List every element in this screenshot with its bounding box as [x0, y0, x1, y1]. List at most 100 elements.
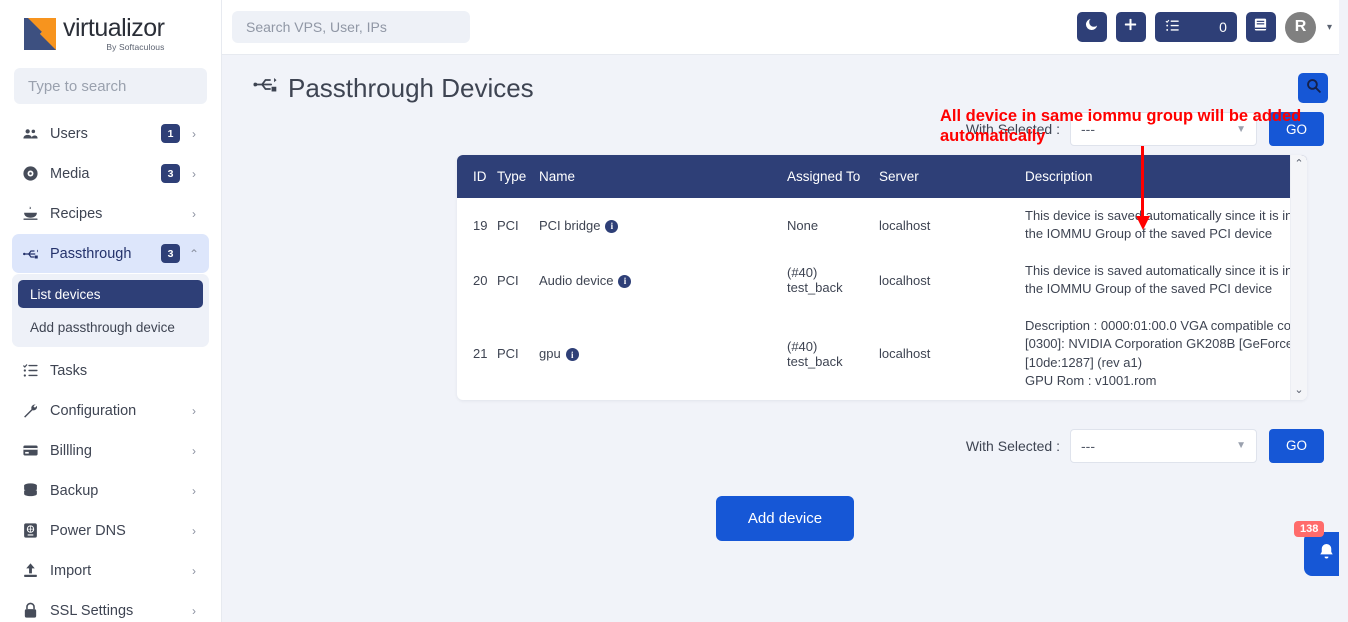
scroll-down-icon[interactable]: ⌄	[1294, 384, 1303, 396]
device-name: PCI bridge	[539, 217, 601, 233]
sidebar-search-input[interactable]: Type to search	[14, 68, 207, 104]
global-search-placeholder: Search VPS, User, IPs	[246, 19, 387, 35]
add-button[interactable]	[1115, 12, 1146, 42]
cell-server: localhost	[879, 272, 931, 288]
device-name: gpu	[539, 346, 561, 362]
device-name: Audio device	[539, 272, 614, 288]
sidebar-item-billing[interactable]: Billling ›	[12, 431, 209, 470]
sidebar-item-users[interactable]: Users 1 ›	[12, 114, 209, 153]
sidebar-item-label: Passthrough	[50, 245, 132, 262]
tasks-counter-button[interactable]: 0	[1154, 12, 1237, 42]
page-scrollbar[interactable]	[1339, 0, 1348, 622]
notification-count-badge: 138	[1294, 521, 1325, 537]
cell-server: localhost	[879, 346, 931, 362]
annotation-arrow-icon	[1136, 146, 1150, 232]
avatar[interactable]: R	[1284, 11, 1316, 43]
brand-name: virtualizor	[63, 14, 165, 43]
go-label: GO	[1285, 438, 1307, 454]
main-content: Search VPS, User, IPs 0 R ▾ Passthrough …	[222, 0, 1348, 622]
column-header-description: Description	[1019, 155, 1307, 198]
info-icon[interactable]: i	[618, 274, 632, 288]
sidebar-item-recipes[interactable]: Recipes ›	[12, 194, 209, 233]
sidebar: virtualizor By Softaculous Type to searc…	[0, 0, 222, 622]
sidebar-badge-passthrough: 3	[161, 244, 180, 263]
dark-mode-button[interactable]	[1076, 12, 1107, 42]
with-selected-bar-bottom: With Selected : --- ▼ GO	[222, 426, 1348, 466]
column-header-id: ID	[457, 155, 491, 198]
cell-assigned-to: (#40) test_back	[787, 338, 843, 369]
sidebar-item-ssl-settings[interactable]: SSL Settings ›	[12, 591, 209, 622]
chevron-right-icon: ›	[192, 483, 196, 498]
add-device-wrap: Add device	[222, 495, 1348, 541]
global-search-input[interactable]: Search VPS, User, IPs	[232, 11, 470, 43]
page-title-text: Passthrough Devices	[288, 72, 534, 103]
chevron-down-icon[interactable]: ▾	[1327, 22, 1332, 33]
sidebar-item-label: Power DNS	[50, 522, 126, 539]
table-row[interactable]: 19 PCI PCI bridge i None localhost This d…	[457, 198, 1307, 253]
brand-logo[interactable]: virtualizor By Softaculous	[0, 0, 221, 62]
sidebar-item-tasks[interactable]: Tasks	[12, 351, 209, 390]
table-header-row: ID Type Name Assigned To Server Descript…	[457, 155, 1307, 198]
page-header: Passthrough Devices	[222, 55, 1348, 105]
plus-icon	[1123, 17, 1138, 37]
cell-type: PCI	[497, 272, 519, 288]
table-row[interactable]: 20 PCI Audio device i (#40) test_back loc…	[457, 253, 1307, 308]
info-icon[interactable]: i	[565, 348, 579, 362]
sidebar-item-media[interactable]: Media 3 ›	[12, 154, 209, 193]
avatar-initial: R	[1294, 18, 1307, 35]
cell-description: This device is saved automatically since…	[1025, 208, 1307, 242]
sidebar-subitem-label: List devices	[30, 286, 101, 302]
table-row[interactable]: 21 PCI gpu i (#40) test_back localhost De…	[457, 308, 1307, 400]
bell-icon	[1317, 542, 1336, 566]
table-body: 19 PCI PCI bridge i None localhost This d…	[457, 198, 1307, 400]
sidebar-item-passthrough[interactable]: Passthrough 3 ⌃	[12, 234, 209, 273]
sidebar-subitem-add-passthrough-device[interactable]: Add passthrough device	[18, 313, 203, 341]
chevron-up-icon: ⌃	[189, 246, 200, 261]
with-selected-label: With Selected :	[965, 437, 1060, 454]
sidebar-item-label: Billling	[50, 442, 92, 459]
moon-icon	[1084, 17, 1099, 37]
usb-icon	[22, 245, 46, 263]
cell-name: gpu i	[533, 308, 781, 400]
scroll-up-icon[interactable]: ⌃	[1294, 159, 1303, 170]
sidebar-item-label: Backup	[50, 482, 99, 499]
cell-id: 21	[473, 346, 488, 362]
brand-tagline: By Softaculous	[106, 42, 165, 53]
cell-id: 20	[473, 272, 488, 288]
chevron-right-icon: ›	[192, 206, 196, 221]
book-icon	[1253, 17, 1268, 37]
lock-icon	[22, 602, 46, 619]
chevron-down-icon: ▼	[1236, 440, 1246, 452]
sidebar-nav: Users 1 › Media 3 › Recipes › Passthroug…	[0, 114, 221, 622]
sidebar-item-import[interactable]: Import ›	[12, 551, 209, 590]
sidebar-item-label: Media	[50, 165, 90, 182]
chevron-right-icon: ›	[192, 403, 196, 418]
sidebar-item-power-dns[interactable]: Power DNS ›	[12, 511, 209, 550]
cell-name: PCI bridge i	[533, 198, 781, 253]
page-search-button[interactable]	[1298, 73, 1328, 103]
cell-id: 19	[473, 217, 488, 233]
chevron-right-icon: ›	[192, 563, 196, 578]
chevron-right-icon: ›	[192, 166, 196, 181]
tasks-icon	[22, 362, 46, 379]
sidebar-subitem-list-devices[interactable]: List devices	[18, 280, 203, 308]
with-selected-dropdown-bottom[interactable]: --- ▼	[1070, 428, 1257, 463]
passthrough-devices-table: ID Type Name Assigned To Server Descript…	[457, 155, 1307, 400]
cell-assigned-to: None	[787, 217, 819, 233]
sidebar-item-label: Recipes	[50, 205, 103, 222]
table-scrollbar[interactable]: ⌃ ⌄	[1290, 155, 1307, 400]
chevron-right-icon: ›	[192, 443, 196, 458]
cell-name: Audio device i	[533, 253, 781, 308]
task-list-icon	[1165, 18, 1180, 36]
sidebar-item-configuration[interactable]: Configuration ›	[12, 391, 209, 430]
sidebar-search-placeholder: Type to search	[28, 77, 127, 95]
sidebar-item-label: Configuration	[50, 402, 137, 419]
users-icon	[22, 125, 46, 142]
info-icon[interactable]: i	[605, 219, 619, 233]
go-button-bottom[interactable]: GO	[1269, 428, 1324, 463]
cell-type: PCI	[497, 346, 519, 362]
search-icon	[1305, 77, 1322, 99]
sidebar-item-backup[interactable]: Backup ›	[12, 471, 209, 510]
add-device-button[interactable]: Add device	[715, 495, 855, 541]
docs-button[interactable]	[1245, 12, 1276, 42]
